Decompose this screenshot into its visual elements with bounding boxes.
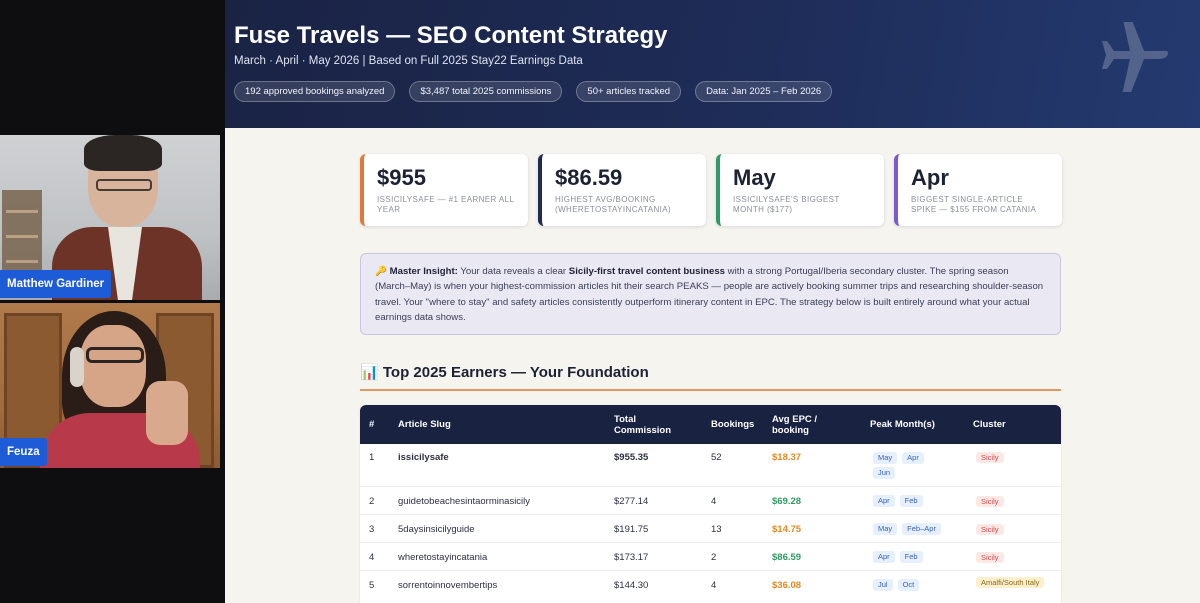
stat-pill: 50+ articles tracked bbox=[576, 81, 682, 102]
column-header: Bookings bbox=[711, 419, 755, 430]
peak-months: May Feb–Apr bbox=[873, 523, 946, 538]
stat-pill: $3,487 total 2025 commissions bbox=[409, 81, 563, 102]
column-header: Cluster bbox=[973, 419, 1006, 430]
total-commission: $173.17 bbox=[614, 552, 649, 563]
month-chip: Jun bbox=[873, 467, 896, 479]
peak-months: May Apr Jun bbox=[873, 452, 943, 482]
avg-epc: $18.37 bbox=[772, 452, 802, 463]
article-slug[interactable]: wheretostayincatania bbox=[398, 552, 487, 563]
column-header: Article Slug bbox=[398, 419, 451, 430]
month-chip: Apr bbox=[873, 551, 895, 563]
avg-epc: $36.08 bbox=[772, 580, 802, 591]
month-chip: Feb bbox=[899, 495, 923, 507]
month-chip: Jul bbox=[873, 579, 893, 591]
stat-card: $955 ISSICILYSAFE — #1 EARNER ALL YEAR bbox=[360, 154, 528, 226]
hero-banner: Fuse Travels — SEO Content Strategy Marc… bbox=[225, 0, 1200, 128]
avg-epc: $69.28 bbox=[772, 496, 802, 507]
stat-card: May ISSICILYSAFE'S BIGGEST MONTH ($177) bbox=[716, 154, 884, 226]
stat-cards: $955 ISSICILYSAFE — #1 EARNER ALL YEAR $… bbox=[360, 154, 1062, 226]
headphones-icon bbox=[70, 347, 84, 387]
row-number: 2 bbox=[369, 496, 375, 507]
bookings: 2 bbox=[711, 552, 717, 563]
total-commission: $144.30 bbox=[614, 580, 649, 591]
table-row[interactable]: 2 guidetobeachesintaorminasicily $277.14… bbox=[360, 487, 1061, 515]
stat-pill: 192 approved bookings analyzed bbox=[234, 81, 396, 102]
cluster-chip: Sicily bbox=[976, 496, 1004, 507]
page-title: Fuse Travels — SEO Content Strategy bbox=[234, 22, 668, 49]
key-icon: 🔑 bbox=[375, 266, 387, 277]
article-slug[interactable]: guidetobeachesintaorminasicily bbox=[398, 496, 530, 507]
cluster-chip: Sicily bbox=[976, 452, 1004, 463]
avg-epc: $14.75 bbox=[772, 524, 802, 535]
row-number: 5 bbox=[369, 580, 375, 591]
bookings: 4 bbox=[711, 580, 717, 591]
video-strip: Matthew Gardiner Feuza bbox=[0, 0, 225, 603]
column-header: # bbox=[369, 419, 375, 430]
month-chip: Apr bbox=[873, 495, 895, 507]
month-chip: Feb bbox=[899, 551, 923, 563]
page-subtitle: March · April · May 2026 | Based on Full… bbox=[234, 55, 583, 67]
month-chip: Feb–Apr bbox=[902, 523, 941, 535]
stat-card: Apr BIGGEST SINGLE-ARTICLE SPIKE — $155 … bbox=[894, 154, 1062, 226]
stat-pills: 192 approved bookings analyzed $3,487 to… bbox=[234, 81, 833, 102]
stat-card: $86.59 HIGHEST AVG/BOOKING (WHERETOSTAYI… bbox=[538, 154, 706, 226]
column-header: Total Commission bbox=[614, 413, 672, 436]
row-number: 1 bbox=[369, 452, 375, 463]
article-slug[interactable]: sorrentoinnovembertips bbox=[398, 580, 497, 591]
bookings: 13 bbox=[711, 524, 722, 535]
table-row[interactable]: 5 sorrentoinnovembertips $144.30 4 $36.0… bbox=[360, 571, 1061, 603]
row-number: 4 bbox=[369, 552, 375, 563]
strategy-document: Fuse Travels — SEO Content Strategy Marc… bbox=[225, 0, 1200, 603]
cluster: Amalfi/South Italy bbox=[976, 577, 1050, 588]
bookings: 4 bbox=[711, 496, 717, 507]
bookings: 52 bbox=[711, 452, 722, 463]
section-divider bbox=[360, 389, 1061, 391]
thumbs-up bbox=[146, 381, 188, 445]
stat-pill: Data: Jan 2025 – Feb 2026 bbox=[695, 81, 833, 102]
table-row[interactable]: 4 wheretostayincatania $173.17 2 $86.59 … bbox=[360, 543, 1061, 571]
total-commission: $191.75 bbox=[614, 524, 649, 535]
peak-months: Jul Oct bbox=[873, 579, 924, 594]
peak-months: Apr Feb bbox=[873, 551, 928, 566]
total-commission: $277.14 bbox=[614, 496, 649, 507]
cluster-chip: Sicily bbox=[976, 552, 1004, 563]
master-insight-box: 🔑 Master Insight: Your data reveals a cl… bbox=[360, 253, 1061, 335]
month-chip: Oct bbox=[897, 579, 920, 591]
column-header: Avg EPC / booking bbox=[772, 413, 818, 436]
article-slug[interactable]: 5daysinsicilyguide bbox=[398, 524, 475, 535]
cluster: Sicily bbox=[976, 452, 1004, 463]
airplane-icon bbox=[1102, 22, 1168, 92]
month-chip: Apr bbox=[902, 452, 924, 464]
bar-chart-icon: 📊 bbox=[360, 364, 379, 381]
insight-lead: Master Insight: bbox=[389, 266, 458, 277]
peak-months: Apr Feb bbox=[873, 495, 928, 510]
column-header: Peak Month(s) bbox=[870, 419, 935, 430]
cluster-chip: Amalfi/South Italy bbox=[976, 577, 1045, 588]
top-earners-table: # Article Slug Total Commission Bookings… bbox=[360, 405, 1061, 603]
row-number: 3 bbox=[369, 524, 375, 535]
participant-name-tag: Feuza bbox=[0, 438, 47, 466]
month-chip: May bbox=[873, 523, 898, 535]
participant-name-tag: Matthew Gardiner bbox=[0, 270, 112, 298]
cluster: Sicily bbox=[976, 496, 1004, 507]
cluster: Sicily bbox=[976, 524, 1004, 535]
avg-epc: $86.59 bbox=[772, 552, 802, 563]
month-chip: May bbox=[873, 452, 898, 464]
insight-highlight: Sicily-first travel content business bbox=[568, 266, 726, 277]
table-header: # Article Slug Total Commission Bookings… bbox=[360, 405, 1061, 444]
section-title: 📊 Top 2025 Earners — Your Foundation bbox=[360, 364, 649, 381]
cluster-chip: Sicily bbox=[976, 524, 1004, 535]
article-slug[interactable]: issicilysafe bbox=[398, 452, 449, 463]
cluster: Sicily bbox=[976, 552, 1004, 563]
participant-face bbox=[80, 325, 146, 407]
table-row[interactable]: 1 issicilysafe $955.35 52 $18.37 May Apr J… bbox=[360, 444, 1061, 487]
table-row[interactable]: 3 5daysinsicilyguide $191.75 13 $14.75 M… bbox=[360, 515, 1061, 543]
total-commission: $955.35 bbox=[614, 452, 649, 463]
